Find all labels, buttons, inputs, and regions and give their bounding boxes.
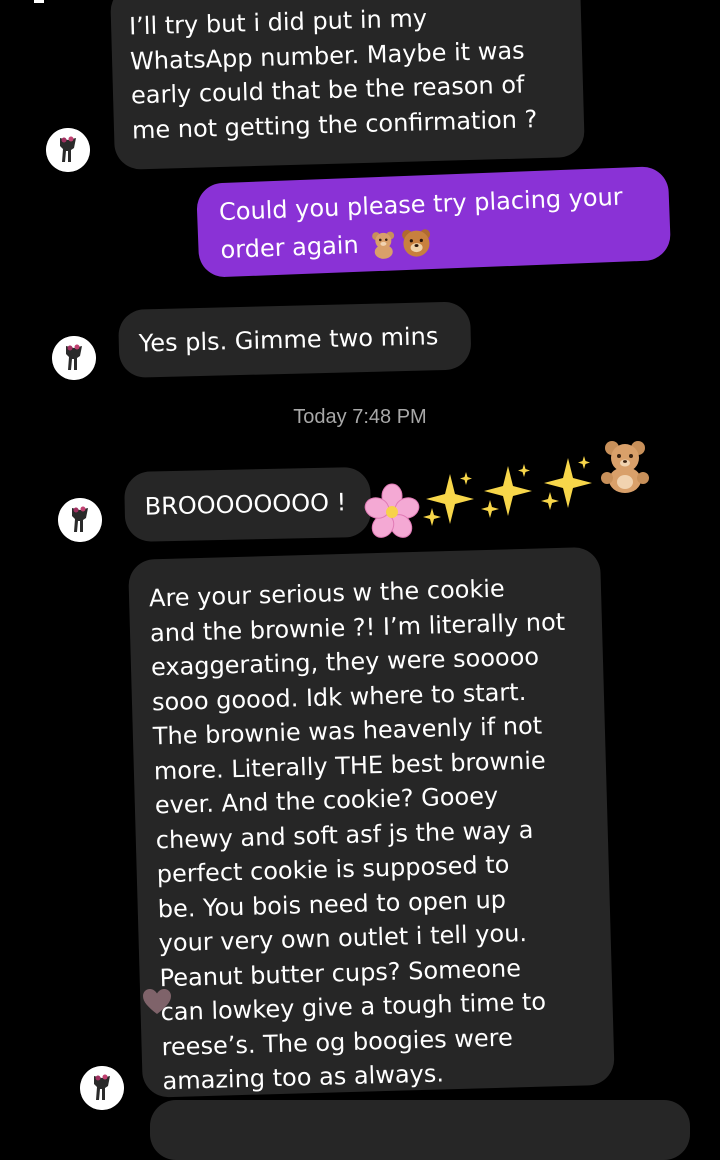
message-text: BROOOOOOOO ! — [144, 485, 346, 524]
outgoing-message-bubble[interactable]: Could you please try placing your order … — [196, 165, 672, 278]
incoming-message-bubble[interactable]: BROOOOOOOO ! — [124, 466, 372, 542]
message-text: Are your serious w the cookie and the br… — [149, 570, 579, 1099]
sparkles-icon — [541, 456, 592, 510]
message-line: BROOOOOOOO ! — [144, 488, 347, 521]
teddy-bear-icon — [601, 441, 649, 493]
status-bar-fragment — [34, 0, 44, 3]
sender-avatar[interactable] — [80, 1066, 124, 1110]
incoming-message-bubble[interactable]: I’ll try but i did put in my WhatsApp nu… — [110, 0, 585, 170]
next-message-bubble-edge — [150, 1100, 690, 1160]
sparkles-icon — [423, 472, 474, 526]
profile-avatar-icon — [52, 336, 96, 380]
sender-avatar[interactable] — [52, 336, 96, 380]
message-text: Could you please try placing your order … — [218, 178, 624, 269]
message-thread[interactable]: I’ll try but i did put in my WhatsApp nu… — [0, 0, 720, 1160]
sender-avatar[interactable] — [58, 498, 102, 542]
incoming-message-bubble[interactable]: Yes pls. Gimme two mins — [118, 301, 472, 378]
incoming-message-bubble[interactable]: Are your serious w the cookie and the br… — [128, 546, 615, 1099]
message-timestamp: Today 7:48 PM — [293, 406, 427, 428]
bear-face-icon — [402, 229, 431, 257]
profile-avatar-icon — [58, 498, 102, 542]
message-text: Yes pls. Gimme two mins — [138, 319, 438, 361]
teddy-bear-icon — [372, 231, 395, 259]
message-text: I’ll try but i did put in my WhatsApp nu… — [129, 0, 538, 147]
sparkles-icon — [481, 464, 532, 518]
heart-reaction-icon[interactable] — [142, 988, 172, 1016]
profile-avatar-icon — [80, 1066, 124, 1110]
sender-avatar[interactable] — [46, 128, 90, 172]
cherry-blossom-icon — [364, 483, 420, 538]
profile-avatar-icon — [46, 128, 90, 172]
message-line: Yes pls. Gimme two mins — [138, 322, 439, 358]
